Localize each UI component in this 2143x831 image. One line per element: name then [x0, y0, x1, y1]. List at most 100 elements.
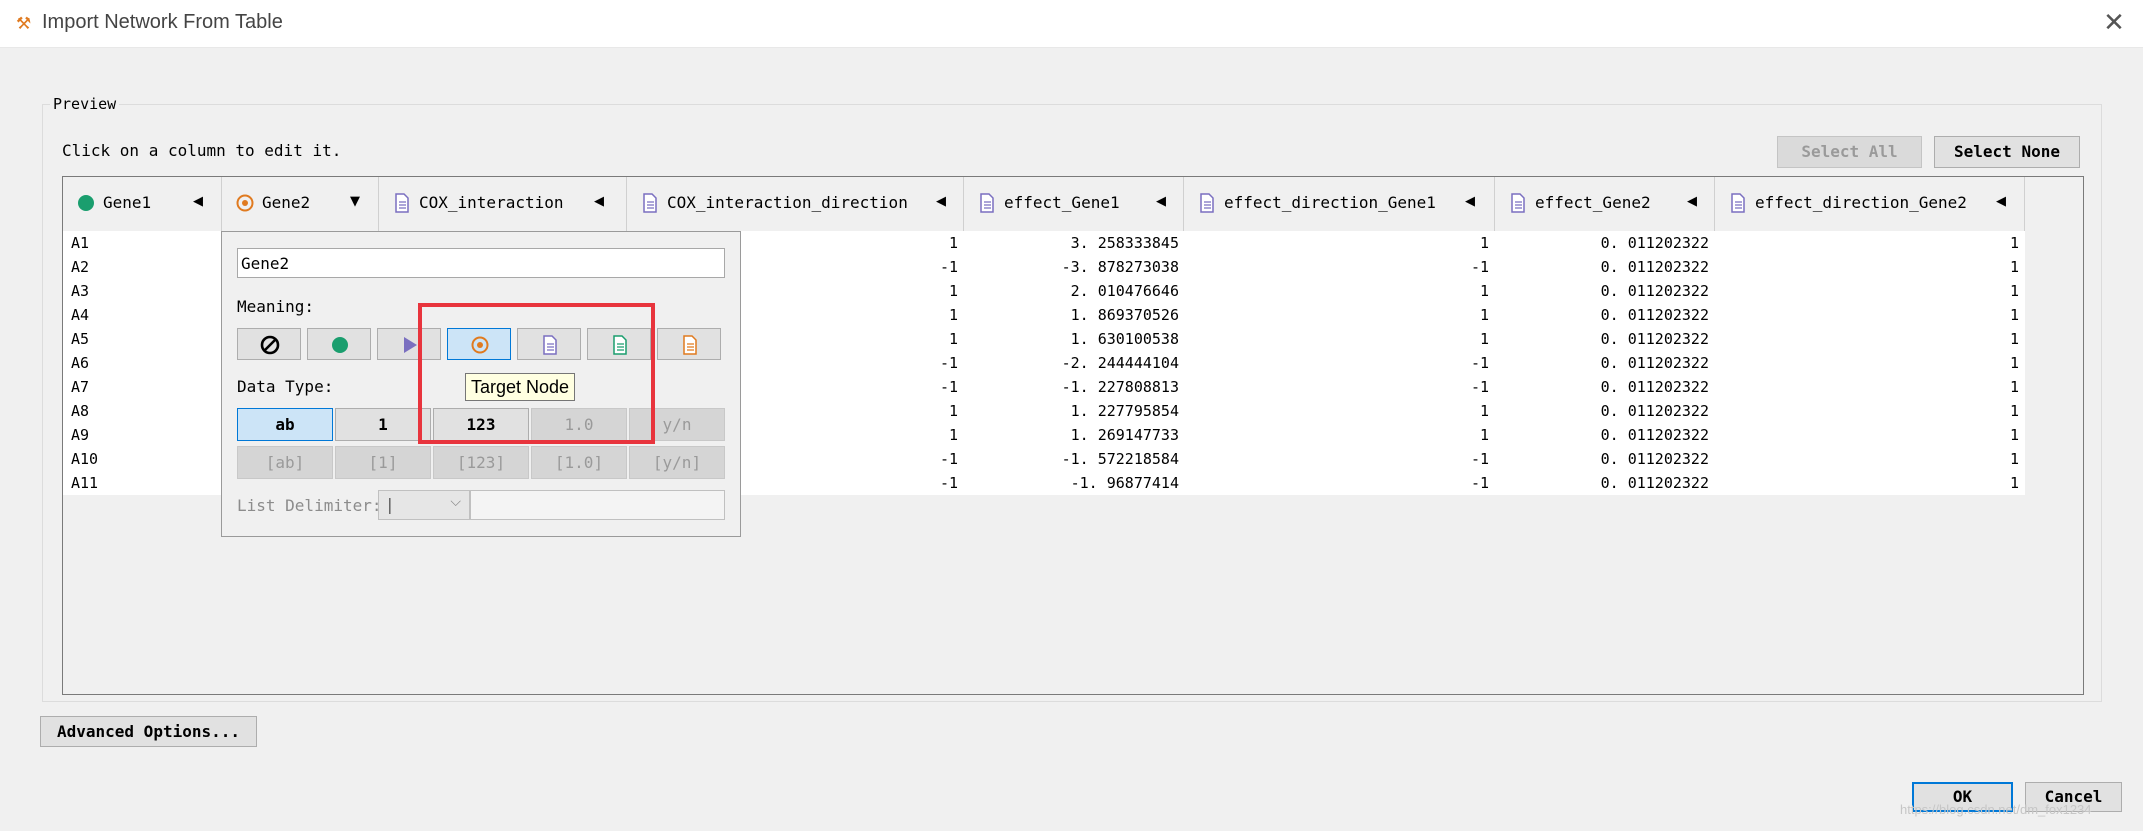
cell-effect-gene1: 1. 869370526 [1070, 306, 1179, 324]
collapse-arrow-icon[interactable]: ◀ [193, 194, 203, 209]
data-type-string-list-button[interactable]: [ab] [237, 446, 333, 479]
cell-effect-direction-gene2: 1 [2009, 234, 2019, 252]
data-type-long-list-button[interactable]: [123] [433, 446, 529, 479]
column-name-input[interactable]: Gene2 [237, 248, 725, 278]
column-header-effect-gene1[interactable]: effect_Gene1 ◀ [964, 177, 1184, 231]
cell-effect-gene2: 0. 011202322 [1600, 282, 1709, 300]
data-type-string-button[interactable]: ab [237, 408, 333, 441]
select-none-button[interactable]: Select None [1934, 136, 2080, 168]
cell-effect-gene1: -1. 96877414 [1070, 474, 1179, 492]
cell-effect-gene2: 0. 011202322 [1600, 306, 1709, 324]
cell-effect-direction-gene1: -1 [1470, 258, 1489, 276]
cell-effect-gene2: 0. 011202322 [1600, 354, 1709, 372]
cell-effect-gene2: 0. 011202322 [1600, 426, 1709, 444]
select-all-button[interactable]: Select All [1777, 136, 1922, 168]
meaning-source-node-button[interactable] [307, 328, 371, 360]
source-node-icon [332, 337, 348, 353]
cell-cox-direction: 1 [948, 234, 958, 252]
cell-cox-direction: -1 [939, 258, 958, 276]
cell-effect-direction-gene1: -1 [1470, 474, 1489, 492]
column-header-cox-interaction[interactable]: COX_interaction ◀ [379, 177, 627, 231]
cell-effect-gene2: 0. 011202322 [1600, 474, 1709, 492]
cell-gene1: A1 [71, 234, 90, 252]
column-header-effect-gene2[interactable]: effect_Gene2 ◀ [1495, 177, 1715, 231]
data-type-double-list-button[interactable]: [1.0] [531, 446, 627, 479]
cell-effect-gene1: 1. 630100538 [1070, 330, 1179, 348]
cell-effect-direction-gene1: -1 [1470, 354, 1489, 372]
cell-gene1: A3 [71, 282, 90, 300]
column-header-gene1[interactable]: Gene1 ◀ [63, 177, 222, 231]
collapse-arrow-icon[interactable]: ◀ [1996, 194, 2006, 209]
collapse-arrow-icon[interactable]: ◀ [594, 194, 604, 209]
column-name: Gene1 [103, 193, 152, 212]
cell-gene1: A7 [71, 378, 90, 396]
list-delimiter-input[interactable] [470, 490, 725, 520]
cell-gene1: A2 [71, 258, 90, 276]
collapse-arrow-icon[interactable]: ◀ [1465, 194, 1475, 209]
cell-cox-direction: -1 [939, 450, 958, 468]
column-header-effect-direction-gene1[interactable]: effect_direction_Gene1 ◀ [1184, 177, 1495, 231]
not-imported-icon [260, 335, 280, 355]
column-header-gene2[interactable]: Gene2 ▼ [222, 177, 379, 231]
meaning-target-node-attribute-button[interactable] [657, 328, 721, 360]
collapse-arrow-icon[interactable]: ◀ [936, 194, 946, 209]
cell-effect-direction-gene2: 1 [2009, 450, 2019, 468]
watermark: https://blog.csdn.net/dm_fox1234 [1900, 802, 2092, 817]
cell-effect-direction-gene1: 1 [1479, 402, 1489, 420]
collapse-arrow-icon[interactable]: ◀ [1156, 194, 1166, 209]
cell-effect-gene2: 0. 011202322 [1600, 450, 1709, 468]
cell-gene1: A6 [71, 354, 90, 372]
cell-gene1: A11 [71, 474, 99, 492]
advanced-options-button[interactable]: Advanced Options... [40, 716, 257, 747]
table-header: Gene1 ◀ Gene2 ▼ COX_interaction ◀ COX_in… [63, 177, 2083, 231]
column-name: effect_Gene2 [1535, 193, 1651, 212]
data-type-integer-list-button[interactable]: [1] [335, 446, 431, 479]
cell-effect-gene1: 1. 269147733 [1070, 426, 1179, 444]
close-icon[interactable]: ✕ [2099, 8, 2129, 38]
column-header-cox-interaction-direction[interactable]: COX_interaction_direction ◀ [627, 177, 964, 231]
cell-effect-direction-gene2: 1 [2009, 354, 2019, 372]
meaning-not-imported-button[interactable] [237, 328, 301, 360]
data-type-boolean-list-button[interactable]: [y/n] [629, 446, 725, 479]
data-type-label: Data Type: [237, 377, 334, 396]
cell-gene1: A4 [71, 306, 90, 324]
meaning-label: Meaning: [237, 297, 315, 316]
cell-effect-direction-gene2: 1 [2009, 378, 2019, 396]
target-node-attribute-icon [683, 335, 697, 355]
list-delimiter-select[interactable]: | ⌵ [378, 490, 470, 520]
cell-effect-direction-gene1: 1 [1479, 306, 1489, 324]
cell-effect-gene1: -1. 572218584 [1061, 450, 1179, 468]
list-delimiter-value: | [385, 495, 395, 514]
column-header-effect-direction-gene2[interactable]: effect_direction_Gene2 ◀ [1715, 177, 2025, 231]
column-name: Gene2 [262, 193, 311, 212]
title-bar: ⚒ Import Network From Table ✕ [0, 0, 2143, 48]
source-node-icon [78, 195, 94, 211]
cell-gene1: A10 [71, 450, 99, 468]
cell-gene1: A5 [71, 330, 90, 348]
preview-legend: Preview [50, 95, 120, 113]
cell-effect-direction-gene1: 1 [1479, 282, 1489, 300]
list-delimiter-label: List Delimiter: [237, 496, 382, 515]
cell-effect-direction-gene2: 1 [2009, 306, 2019, 324]
column-name: COX_interaction_direction [667, 193, 908, 212]
cell-cox-direction: 1 [948, 306, 958, 324]
cell-effect-direction-gene2: 1 [2009, 474, 2019, 492]
edge-attribute-icon [395, 193, 409, 213]
data-type-integer-button[interactable]: 1 [335, 408, 431, 441]
cell-effect-gene1: 1. 227795854 [1070, 402, 1179, 420]
cell-effect-gene1: 2. 010476646 [1070, 282, 1179, 300]
collapse-arrow-icon[interactable]: ◀ [1687, 194, 1697, 209]
cell-effect-direction-gene1: 1 [1479, 426, 1489, 444]
cell-cox-direction: 1 [948, 282, 958, 300]
cell-effect-direction-gene1: 1 [1479, 234, 1489, 252]
cell-cox-direction: 1 [948, 402, 958, 420]
cell-cox-direction: 1 [948, 426, 958, 444]
column-name: effect_direction_Gene2 [1755, 193, 1967, 212]
cell-effect-gene2: 0. 011202322 [1600, 258, 1709, 276]
edge-attribute-icon [1200, 193, 1214, 213]
cell-effect-direction-gene2: 1 [2009, 426, 2019, 444]
dropdown-arrow-icon[interactable]: ▼ [350, 194, 360, 209]
cell-effect-gene2: 0. 011202322 [1600, 330, 1709, 348]
interaction-type-icon [404, 337, 417, 353]
highlight-annotation-box [418, 303, 655, 444]
